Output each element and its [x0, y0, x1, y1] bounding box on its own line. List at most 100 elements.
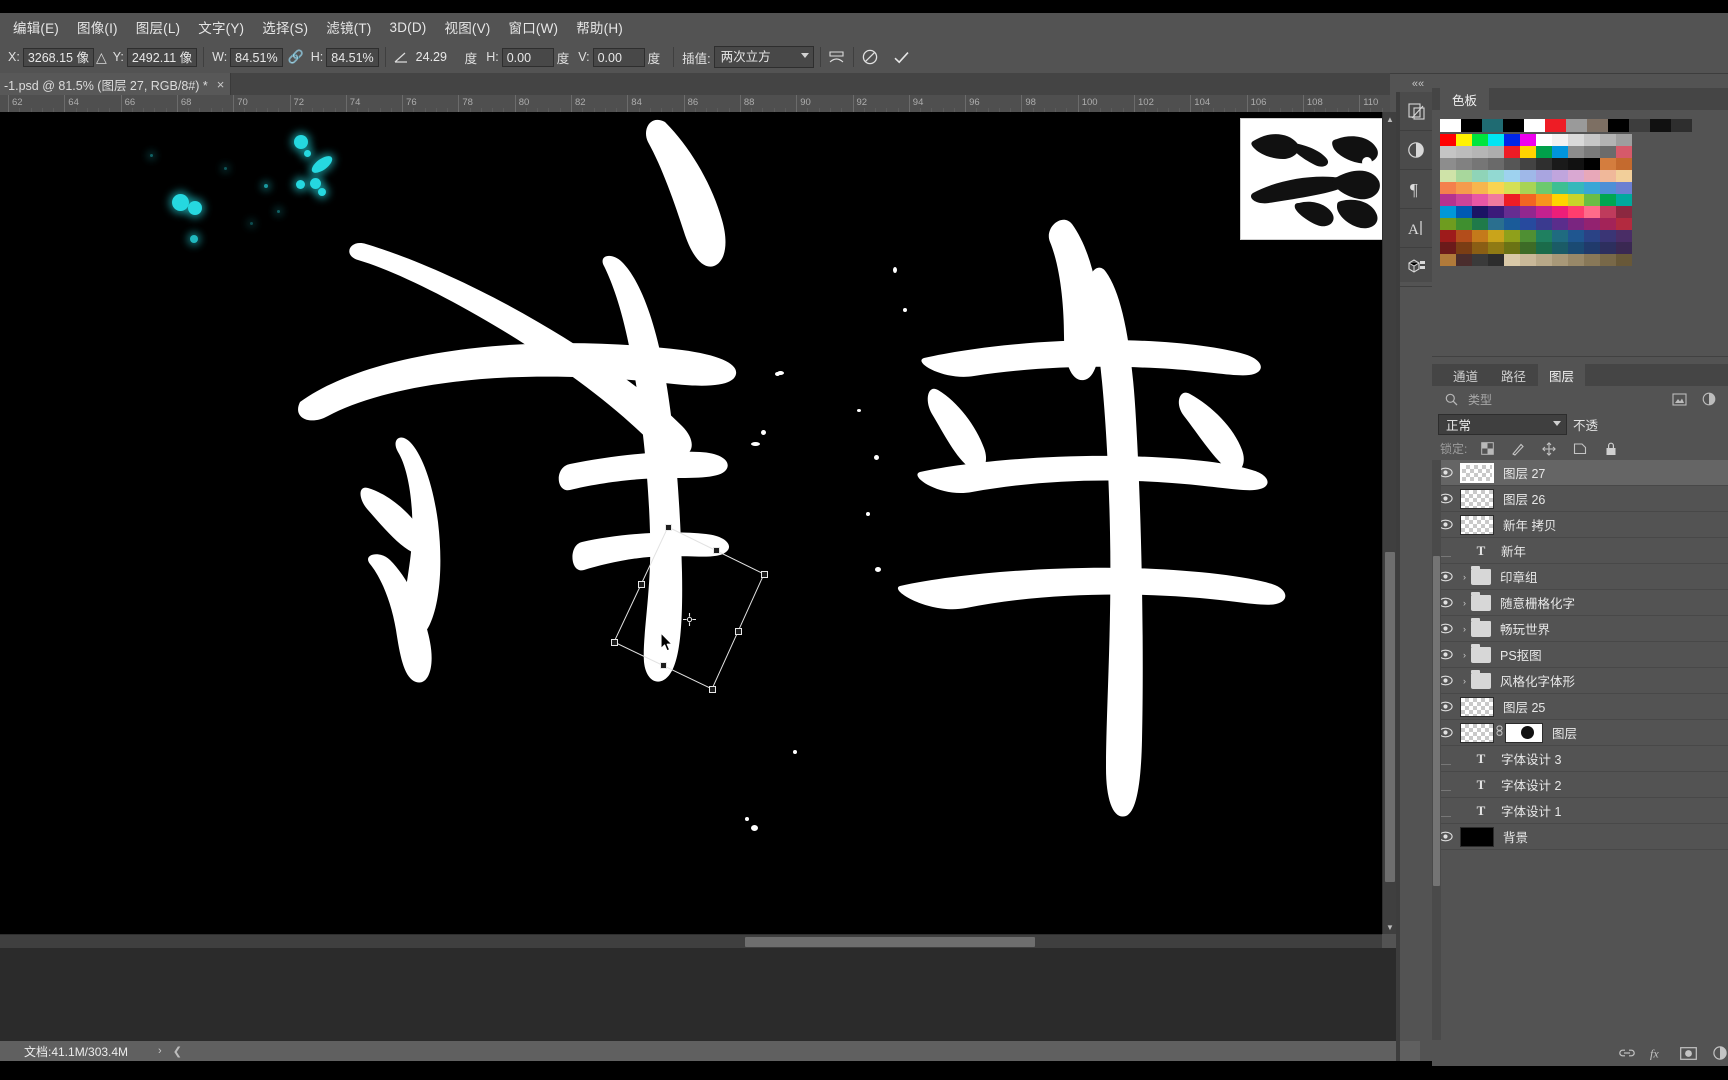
chevron-right-icon[interactable]: ›: [1458, 572, 1471, 582]
swatch-0-2[interactable]: [1472, 134, 1488, 146]
layer-filter-search[interactable]: 类型: [1440, 390, 1492, 408]
horizontal-scroll-thumb[interactable]: [745, 937, 1035, 947]
swatch-8-1[interactable]: [1456, 230, 1472, 242]
swatch-4-4[interactable]: [1504, 182, 1520, 194]
image-filter-icon[interactable]: [1668, 390, 1690, 408]
adjustments-icon[interactable]: [1400, 131, 1432, 170]
swatch-9-9[interactable]: [1584, 242, 1600, 254]
layer-row[interactable]: 背景: [1432, 824, 1728, 850]
swatch-9-10[interactable]: [1600, 242, 1616, 254]
swatch-10-3[interactable]: [1488, 254, 1504, 266]
swatch-header-6[interactable]: [1566, 119, 1587, 132]
menu-item-3[interactable]: 文字(Y): [189, 13, 253, 41]
swatches-grid[interactable]: [1440, 134, 1696, 266]
swatch-7-2[interactable]: [1472, 218, 1488, 230]
swatch-7-8[interactable]: [1568, 218, 1584, 230]
swatch-7-11[interactable]: [1616, 218, 1632, 230]
swatch-6-8[interactable]: [1568, 206, 1584, 218]
relative-position-icon[interactable]: △: [96, 49, 107, 66]
layer-thumbnail[interactable]: [1460, 723, 1494, 743]
status-more-icon[interactable]: ❮: [173, 1045, 182, 1058]
double-chevron-left-icon[interactable]: ««: [1404, 76, 1432, 92]
layer-row[interactable]: ›畅玩世界: [1432, 616, 1728, 642]
swatch-header-5[interactable]: [1545, 119, 1566, 132]
swatch-1-4[interactable]: [1504, 146, 1520, 158]
swatch-9-5[interactable]: [1520, 242, 1536, 254]
swatch-8-9[interactable]: [1584, 230, 1600, 242]
swatch-0-10[interactable]: [1600, 134, 1616, 146]
swatch-2-5[interactable]: [1520, 158, 1536, 170]
swatch-3-4[interactable]: [1504, 170, 1520, 182]
x-input[interactable]: 3268.15 像: [23, 48, 94, 67]
swatch-5-10[interactable]: [1600, 194, 1616, 206]
close-icon[interactable]: ×: [217, 78, 225, 91]
swatch-2-10[interactable]: [1600, 158, 1616, 170]
chevron-right-icon[interactable]: ›: [158, 1045, 162, 1057]
swatch-header-7[interactable]: [1587, 119, 1608, 132]
swatch-10-5[interactable]: [1520, 254, 1536, 266]
swatch-9-4[interactable]: [1504, 242, 1520, 254]
swatch-4-3[interactable]: [1488, 182, 1504, 194]
swatch-2-4[interactable]: [1504, 158, 1520, 170]
swatch-10-10[interactable]: [1600, 254, 1616, 266]
swatch-8-10[interactable]: [1600, 230, 1616, 242]
swatch-7-1[interactable]: [1456, 218, 1472, 230]
swatch-3-2[interactable]: [1472, 170, 1488, 182]
scroll-down-icon[interactable]: ▼: [1383, 920, 1397, 934]
swatch-0-7[interactable]: [1552, 134, 1568, 146]
swatch-4-0[interactable]: [1440, 182, 1456, 194]
height-input[interactable]: 84.51%: [326, 48, 378, 67]
swatch-2-11[interactable]: [1616, 158, 1632, 170]
layer-row[interactable]: ›印章组: [1432, 564, 1728, 590]
swatch-5-9[interactable]: [1584, 194, 1600, 206]
document-tab[interactable]: -1.psd @ 81.5% (图层 27, RGB/8#) * ×: [0, 73, 231, 95]
swatch-10-0[interactable]: [1440, 254, 1456, 266]
interpolation-select[interactable]: 两次立方: [714, 46, 814, 68]
swatch-header-1[interactable]: [1461, 119, 1482, 132]
swatch-9-8[interactable]: [1568, 242, 1584, 254]
layer-list[interactable]: 图层 27图层 26新年 拷贝T新年›印章组›随意栅格化字›畅玩世界›PS抠图›…: [1432, 460, 1728, 850]
menu-item-0[interactable]: 编辑(E): [4, 13, 68, 41]
swatch-0-1[interactable]: [1456, 134, 1472, 146]
swatch-10-2[interactable]: [1472, 254, 1488, 266]
swatch-10-4[interactable]: [1504, 254, 1520, 266]
layer-row[interactable]: T字体设计 1: [1432, 798, 1728, 824]
swatch-1-10[interactable]: [1600, 146, 1616, 158]
swatch-2-9[interactable]: [1584, 158, 1600, 170]
swatch-3-7[interactable]: [1552, 170, 1568, 182]
swatch-9-11[interactable]: [1616, 242, 1632, 254]
swatch-10-6[interactable]: [1536, 254, 1552, 266]
swatch-4-11[interactable]: [1616, 182, 1632, 194]
swatch-0-8[interactable]: [1568, 134, 1584, 146]
swatch-5-1[interactable]: [1456, 194, 1472, 206]
swatch-4-1[interactable]: [1456, 182, 1472, 194]
layer-row[interactable]: 新年 拷贝: [1432, 512, 1728, 538]
swatch-10-11[interactable]: [1616, 254, 1632, 266]
swatch-8-11[interactable]: [1616, 230, 1632, 242]
paragraph-icon[interactable]: ¶: [1400, 170, 1432, 209]
lock-artboard-icon[interactable]: [1569, 440, 1591, 458]
swatch-header-3[interactable]: [1503, 119, 1524, 132]
swatch-10-1[interactable]: [1456, 254, 1472, 266]
menu-item-9[interactable]: 帮助(H): [567, 13, 632, 41]
layer-row[interactable]: ›PS抠图: [1432, 642, 1728, 668]
scroll-up-icon[interactable]: ▲: [1383, 112, 1397, 126]
swatch-4-9[interactable]: [1584, 182, 1600, 194]
width-input[interactable]: 84.51%: [230, 48, 282, 67]
swatch-9-6[interactable]: [1536, 242, 1552, 254]
tab-panel-1[interactable]: 路径: [1490, 364, 1537, 386]
layer-row[interactable]: T字体设计 2: [1432, 772, 1728, 798]
swatch-0-4[interactable]: [1504, 134, 1520, 146]
fx-icon[interactable]: fx: [1649, 1045, 1666, 1062]
swatch-5-6[interactable]: [1536, 194, 1552, 206]
swatch-7-3[interactable]: [1488, 218, 1504, 230]
swatch-5-2[interactable]: [1472, 194, 1488, 206]
skew-v-input[interactable]: 0.00: [593, 48, 645, 67]
swatch-7-10[interactable]: [1600, 218, 1616, 230]
swatch-6-6[interactable]: [1536, 206, 1552, 218]
swatch-3-9[interactable]: [1584, 170, 1600, 182]
swatch-4-8[interactable]: [1568, 182, 1584, 194]
layer-thumbnail[interactable]: [1460, 463, 1494, 483]
swatch-header-9[interactable]: [1629, 119, 1650, 132]
swatch-3-6[interactable]: [1536, 170, 1552, 182]
